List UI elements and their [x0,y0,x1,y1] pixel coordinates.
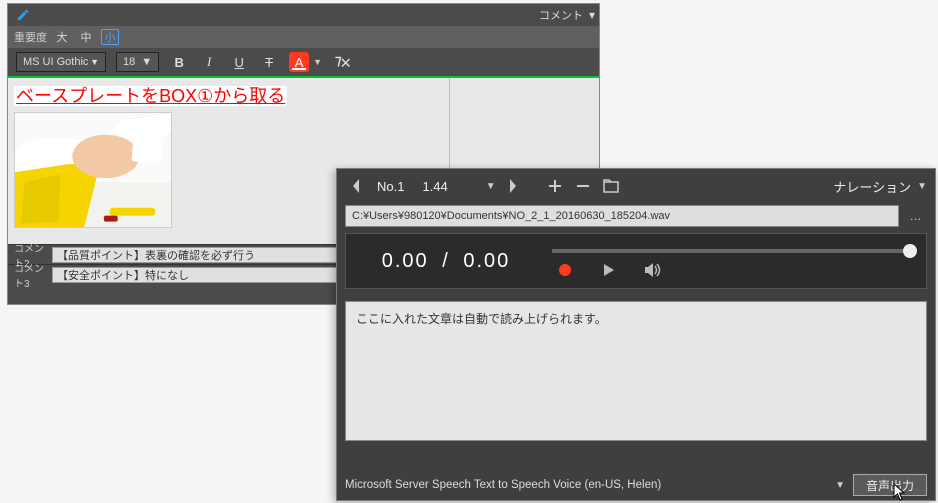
record-button[interactable] [556,261,574,279]
time-sep: / [442,250,450,272]
text-color-dropdown-icon[interactable]: ▼ [313,57,322,67]
filepath-input[interactable]: C:¥Users¥980120¥Documents¥NO_2_1_2016063… [345,205,899,227]
comment-menu-label[interactable]: コメント [539,7,583,23]
seek-track[interactable] [552,249,910,253]
priority-high[interactable]: 大 [53,29,71,45]
volume-button[interactable] [644,261,662,279]
editor-titlebar: コメント ▾ [8,4,599,26]
voice-dropdown-icon[interactable]: ▼ [835,480,845,491]
time-total: 0.00 [463,250,510,272]
clear-format-button[interactable] [332,52,352,72]
italic-button[interactable]: I [199,52,219,72]
audio-player: 0.00 / 0.00 [345,233,927,289]
time-display: 0.00 / 0.00 [346,250,546,273]
narration-label: ナレーション [833,177,911,196]
font-size-value: 18 [123,56,135,68]
format-toolbar: MS UI Gothic ▼ 18 ▼ B I U T A ▼ [8,48,599,76]
priority-mid[interactable]: 中 [77,29,95,45]
text-color-button[interactable]: A [289,52,309,72]
prev-button[interactable] [345,175,367,197]
tts-textarea[interactable]: ここに入れた文章は自動で読み上げられます。 [345,301,927,441]
thumbnail-image[interactable] [14,112,172,228]
priority-low[interactable]: 小 [101,29,119,45]
seek-knob[interactable] [903,244,917,258]
font-size-select[interactable]: 18 ▼ [116,52,159,72]
item-dropdown-icon[interactable]: ▼ [486,181,496,192]
remove-button[interactable] [572,175,594,197]
priority-label: 重要度 [14,29,47,45]
font-name-select[interactable]: MS UI Gothic ▼ [16,52,106,72]
folder-button[interactable] [600,175,622,197]
chevron-down-icon: ▼ [90,57,99,67]
filepath-more-button[interactable]: … [905,209,927,223]
bold-button[interactable]: B [169,52,189,72]
comment-label: コメント3 [8,260,52,290]
record-icon [559,264,571,276]
chevron-down-icon: ▼ [141,56,152,68]
time-current: 0.00 [382,250,429,272]
main-text[interactable]: ベースプレートをBOX①から取る [14,86,287,106]
narration-panel: No.1 1.44 ▼ ナレーション ▼ C:¥Users¥980120¥Doc… [336,168,936,501]
play-button[interactable] [600,261,618,279]
next-button[interactable] [502,175,524,197]
narration-footer: Microsoft Server Speech Text to Speech V… [337,470,935,500]
add-button[interactable] [544,175,566,197]
item-number: No.1 [373,179,408,194]
voice-name: Microsoft Server Speech Text to Speech V… [345,479,661,491]
audio-output-button[interactable]: 音声出力 [853,474,927,496]
narration-dropdown-icon[interactable]: ▼ [917,181,927,192]
priority-row: 重要度 大 中 小 [8,26,599,48]
font-name-value: MS UI Gothic [23,56,88,68]
filepath-row: C:¥Users¥980120¥Documents¥NO_2_1_2016063… [337,203,935,229]
strike-button[interactable]: T [259,52,279,72]
comment-menu-dropdown-icon[interactable]: ▾ [585,8,599,22]
item-duration: 1.44 [414,179,451,194]
player-controls [546,239,926,283]
narration-titlebar: No.1 1.44 ▼ ナレーション ▼ [337,169,935,203]
pencil-icon [14,6,32,24]
underline-button[interactable]: U [229,52,249,72]
